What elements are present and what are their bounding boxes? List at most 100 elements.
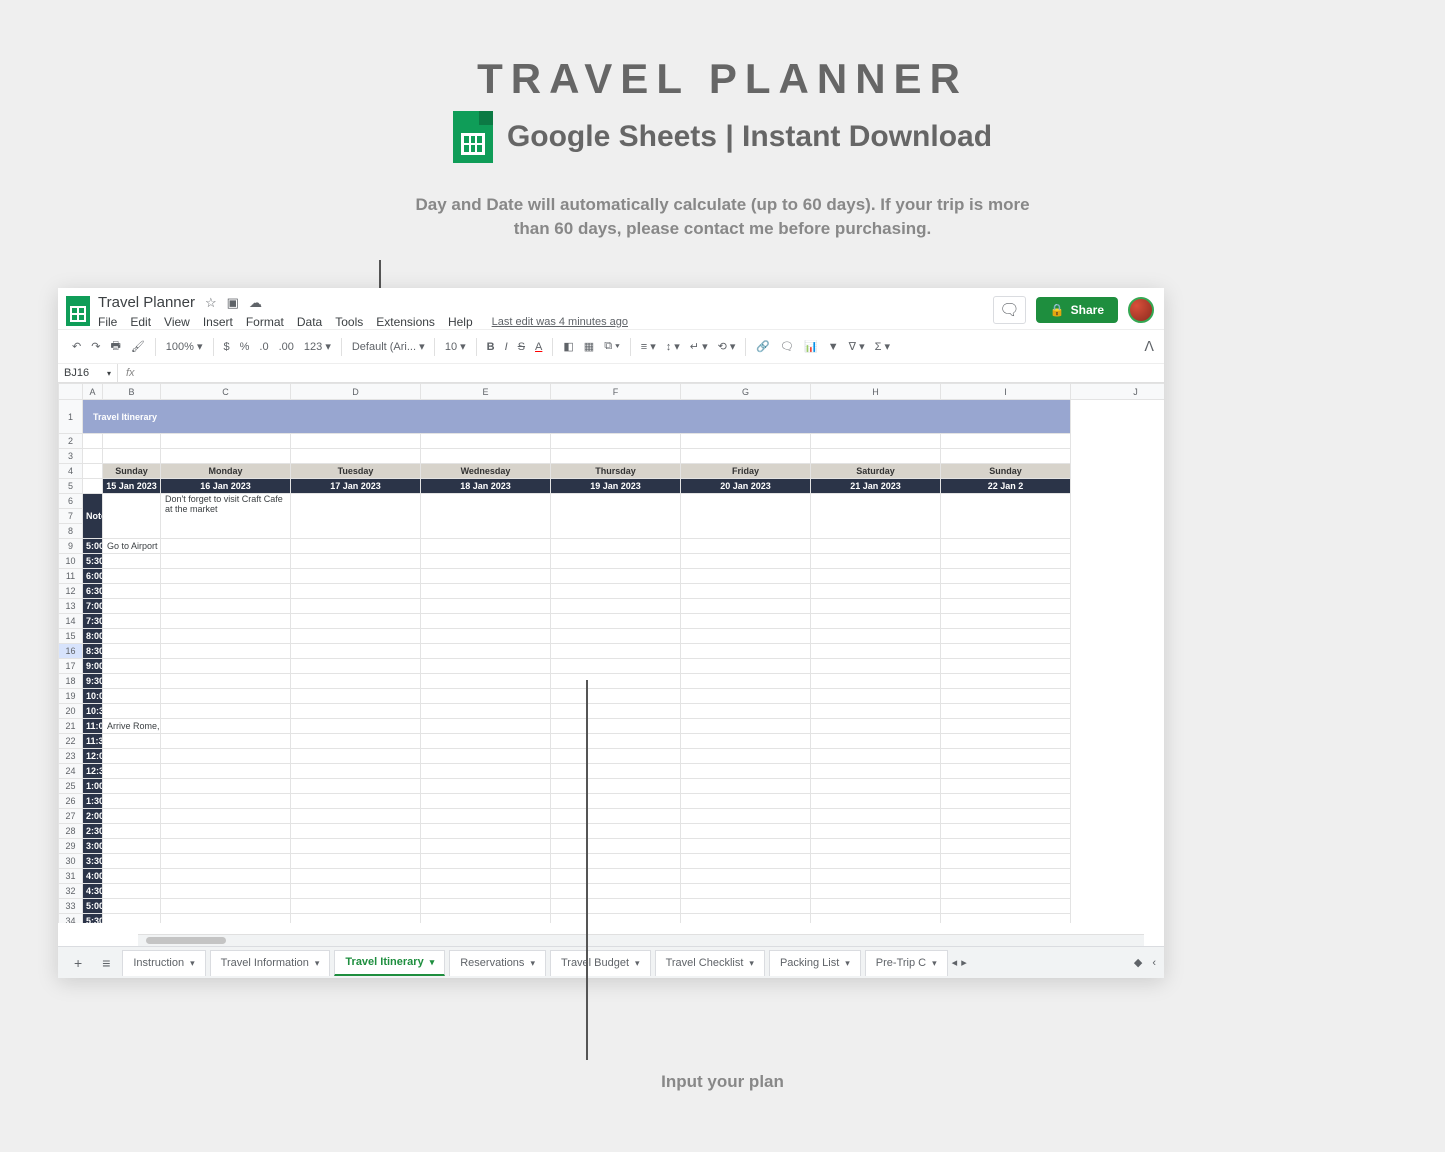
col-header-J[interactable]: J — [1071, 384, 1165, 400]
plan-cell[interactable] — [291, 884, 421, 899]
plan-cell[interactable] — [681, 599, 811, 614]
row-header[interactable]: 33 — [59, 899, 83, 914]
plan-cell[interactable] — [551, 824, 681, 839]
plan-cell[interactable] — [103, 614, 161, 629]
plan-cell[interactable] — [811, 719, 941, 734]
plan-cell[interactable] — [681, 869, 811, 884]
font-size-select[interactable]: 10 ▾ — [441, 337, 470, 356]
plan-cell[interactable] — [291, 614, 421, 629]
plan-cell[interactable] — [811, 689, 941, 704]
text-color-button[interactable]: A — [531, 338, 546, 356]
menu-edit[interactable]: Edit — [130, 315, 151, 329]
plan-cell[interactable] — [941, 824, 1071, 839]
all-sheets-button[interactable]: ≡ — [94, 951, 118, 975]
plan-cell[interactable] — [681, 809, 811, 824]
sheet-tab[interactable]: Travel Information▾ — [210, 950, 331, 976]
plan-cell[interactable] — [103, 584, 161, 599]
row-header[interactable]: 29 — [59, 839, 83, 854]
plan-cell[interactable] — [291, 869, 421, 884]
plan-cell[interactable] — [811, 659, 941, 674]
sheet-tab[interactable]: Travel Checklist▾ — [655, 950, 765, 976]
share-button[interactable]: 🔒 Share — [1036, 297, 1118, 323]
menu-help[interactable]: Help — [448, 315, 473, 329]
plan-cell[interactable] — [161, 644, 291, 659]
plan-cell[interactable] — [941, 554, 1071, 569]
paint-format-icon[interactable]: 🖌 — [127, 337, 149, 356]
plan-cell[interactable] — [103, 779, 161, 794]
plan-cell[interactable] — [551, 749, 681, 764]
row-header[interactable]: 9 — [59, 539, 83, 554]
name-box[interactable]: BJ16▾ — [58, 364, 118, 382]
plan-cell[interactable] — [291, 584, 421, 599]
comments-icon[interactable]: 🗨 — [993, 296, 1025, 324]
plan-cell[interactable] — [551, 644, 681, 659]
plan-cell[interactable] — [551, 854, 681, 869]
currency-button[interactable]: $ — [220, 338, 234, 356]
plan-cell[interactable] — [421, 779, 551, 794]
plan-cell[interactable] — [161, 794, 291, 809]
plan-cell[interactable] — [811, 539, 941, 554]
plan-cell[interactable] — [941, 854, 1071, 869]
plan-cell[interactable] — [161, 854, 291, 869]
comment-button[interactable]: 🗨 — [776, 337, 798, 356]
merge-button[interactable]: ⧉ ▾ — [600, 337, 624, 356]
borders-button[interactable]: ▦ — [580, 337, 598, 356]
plan-cell[interactable] — [291, 854, 421, 869]
plan-cell[interactable] — [941, 644, 1071, 659]
row-header[interactable]: 28 — [59, 824, 83, 839]
plan-cell[interactable] — [681, 584, 811, 599]
row-header[interactable]: 23 — [59, 749, 83, 764]
plan-cell[interactable] — [551, 869, 681, 884]
plan-cell[interactable] — [421, 659, 551, 674]
row-header[interactable]: 13 — [59, 599, 83, 614]
plan-cell[interactable] — [811, 764, 941, 779]
h-align-button[interactable]: ≡ ▾ — [637, 337, 660, 356]
account-avatar[interactable] — [1128, 297, 1154, 323]
row-header[interactable]: 19 — [59, 689, 83, 704]
percent-button[interactable]: % — [236, 338, 254, 356]
plan-cell[interactable] — [941, 584, 1071, 599]
row-header[interactable]: 22 — [59, 734, 83, 749]
plan-cell[interactable] — [291, 749, 421, 764]
tab-menu-caret-icon[interactable]: ▾ — [315, 958, 320, 969]
plan-cell[interactable] — [291, 644, 421, 659]
plan-cell[interactable] — [551, 779, 681, 794]
plan-cell[interactable] — [941, 629, 1071, 644]
plan-cell[interactable] — [681, 704, 811, 719]
plan-cell[interactable] — [161, 674, 291, 689]
plan-cell[interactable] — [291, 719, 421, 734]
plan-cell[interactable] — [811, 674, 941, 689]
fill-color-button[interactable]: ◧ — [559, 337, 577, 356]
plan-cell[interactable] — [103, 854, 161, 869]
col-header-F[interactable]: F — [551, 384, 681, 400]
plan-cell[interactable] — [103, 764, 161, 779]
plan-cell[interactable] — [421, 809, 551, 824]
plan-cell[interactable] — [103, 899, 161, 914]
plan-cell[interactable] — [103, 914, 161, 924]
plan-cell[interactable] — [941, 764, 1071, 779]
plan-cell[interactable] — [681, 569, 811, 584]
plan-cell[interactable] — [103, 554, 161, 569]
plan-cell[interactable] — [941, 569, 1071, 584]
row-header[interactable]: 21 — [59, 719, 83, 734]
sheet-tab[interactable]: Travel Budget▾ — [550, 950, 651, 976]
plan-cell[interactable] — [103, 689, 161, 704]
tab-menu-caret-icon[interactable]: ▾ — [635, 958, 640, 969]
plan-cell[interactable] — [421, 569, 551, 584]
col-header-D[interactable]: D — [291, 384, 421, 400]
plan-cell[interactable] — [421, 689, 551, 704]
sheet-tab[interactable]: Instruction▾ — [122, 950, 205, 976]
plan-cell[interactable] — [811, 629, 941, 644]
sheet-tab[interactable]: Packing List▾ — [769, 950, 861, 976]
plan-cell[interactable] — [421, 854, 551, 869]
plan-cell[interactable] — [551, 554, 681, 569]
plan-cell[interactable] — [551, 839, 681, 854]
redo-icon[interactable]: ↷ — [87, 337, 104, 356]
plan-cell[interactable] — [291, 839, 421, 854]
plan-cell[interactable] — [421, 539, 551, 554]
plan-cell[interactable] — [941, 779, 1071, 794]
col-header-B[interactable]: B — [103, 384, 161, 400]
plan-cell[interactable] — [941, 659, 1071, 674]
plan-cell[interactable] — [103, 734, 161, 749]
plan-cell[interactable] — [103, 824, 161, 839]
